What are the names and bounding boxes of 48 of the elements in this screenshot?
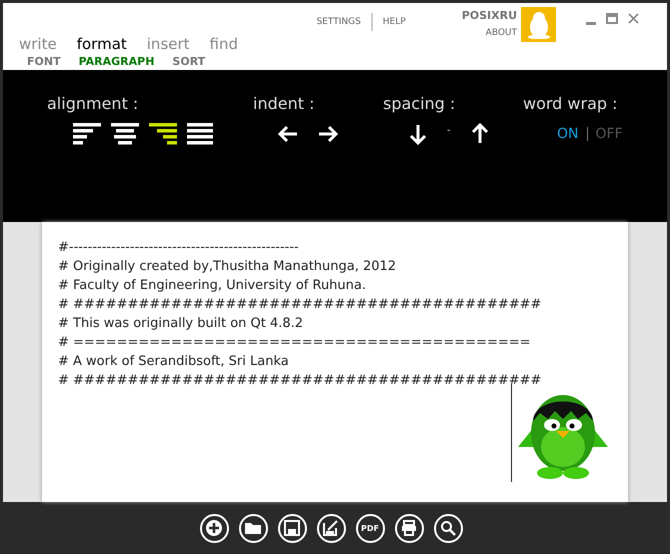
text-line: #------------------------------------------------- [58,239,300,257]
spacing-label: spacing : [383,94,456,113]
search-icon [440,520,456,536]
printer-icon [401,520,417,536]
penguin-avatar [521,7,556,42]
menu-tab[interactable]: write [19,35,57,53]
align-icon[interactable] [149,123,177,145]
menu-tab[interactable]: format [76,35,127,53]
arrow-right-icon[interactable] [317,123,339,145]
round-button[interactable] [238,514,268,542]
add-icon [205,519,223,537]
arrow-down-icon[interactable] [407,123,429,145]
ribbon-tab[interactable]: SORT [172,55,206,68]
round-button[interactable] [200,514,228,542]
text-line: # ########################################### [58,296,542,314]
align-icon[interactable] [73,123,101,145]
text-line: # Faculty of Engineering, University of Ruhuna. [58,277,368,295]
round-button[interactable] [278,514,306,542]
indent-label: indent : [253,94,316,113]
align-icon[interactable] [187,123,215,145]
text-line: # This was originally built on Qt 4.8.2 [58,315,304,333]
text-line: # ========================================== [58,334,532,352]
toggle-option[interactable]: ON [557,126,578,142]
text-line: # A work of Serandibsoft, Sri Lanka [58,353,290,371]
edit-disk-icon [323,520,339,536]
arrow-left-icon[interactable] [277,123,299,145]
round-button[interactable] [316,514,346,542]
folder-icon [245,522,261,534]
close-icon[interactable] [628,13,639,24]
about-link[interactable]: ABOUT [486,28,517,38]
align-icon[interactable] [111,123,139,145]
maximize-icon[interactable] [606,13,618,24]
menu-tab[interactable]: find [210,35,238,53]
toggle-option[interactable]: OFF [596,126,623,142]
text-line: # ########################################### [58,372,542,390]
text-line: # Originally created by,Thusitha Manathunga, 2012 [58,258,398,276]
ribbon-tab[interactable]: PARAGRAPH [78,55,154,68]
spacing-value: - [447,125,451,136]
word-wrap-label: word wrap : [523,94,619,113]
menu-tab[interactable]: insert [146,35,190,53]
alignment-label: alignment : [47,94,140,113]
pdf-button[interactable]: PDF [356,514,384,542]
header-link[interactable]: SETTINGS [316,17,361,27]
user-name: POSIXRU [462,9,517,22]
header-link[interactable]: HELP [382,17,406,27]
ribbon-tab[interactable]: FONT [27,55,61,68]
round-button[interactable] [394,514,424,542]
round-button[interactable] [434,514,462,542]
